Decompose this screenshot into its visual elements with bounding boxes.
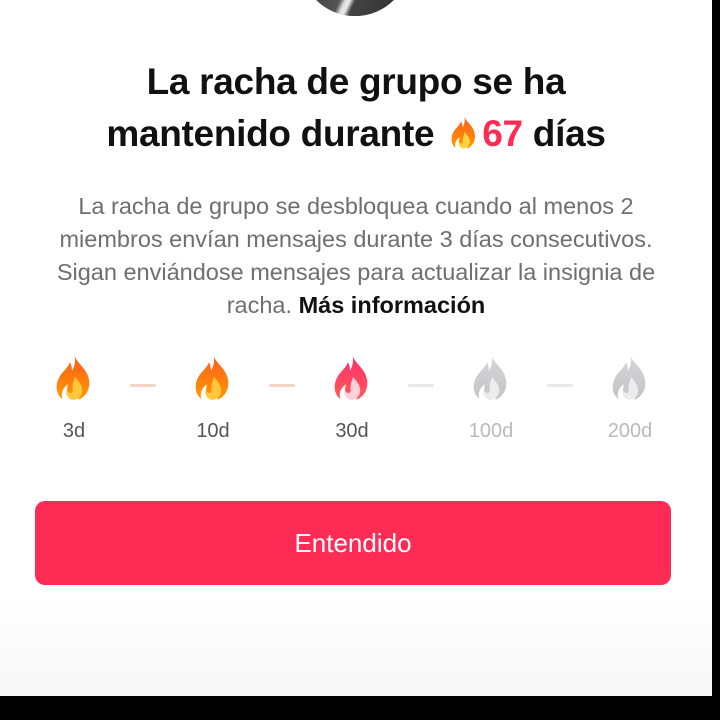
milestone-connector: [408, 384, 434, 387]
streak-dialog: La racha de grupo se ha mantenido durant…: [0, 0, 712, 696]
flame-gray-icon: [609, 352, 651, 402]
dialog-description: La racha de grupo se desbloquea cuando a…: [40, 190, 672, 322]
milestone-label: 100d: [468, 420, 514, 442]
milestone-label: 3d: [62, 420, 86, 442]
milestone-track: 3d 10d 30d 100d 200d: [0, 352, 712, 452]
flame-orange-icon: [192, 352, 234, 402]
milestone-label: 200d: [607, 420, 653, 442]
dialog-title: La racha de grupo se ha mantenido durant…: [0, 56, 712, 160]
sheet-bottom-fade: [0, 600, 712, 696]
milestone-label: 30d: [335, 420, 369, 442]
screen-edge-bottom: [0, 696, 720, 720]
milestone-connector: [547, 384, 573, 387]
group-avatar: [300, 0, 410, 16]
milestone-10d: 10d: [173, 352, 253, 443]
milestone-100d: 100d: [451, 352, 531, 443]
screen-edge-right: [712, 0, 720, 720]
milestone-connector: [269, 384, 295, 387]
milestone-200d: 200d: [590, 352, 670, 443]
milestone-3d: 3d: [34, 352, 114, 443]
title-line-2: mantenido durante: [106, 113, 435, 154]
milestone-label: 10d: [196, 420, 230, 442]
milestone-30d: 30d: [312, 352, 392, 443]
milestone-connector: [130, 384, 156, 387]
flame-icon: [448, 114, 480, 150]
more-info-link[interactable]: Más información: [299, 292, 486, 318]
flame-gray-icon: [470, 352, 512, 402]
flame-pink-icon: [331, 352, 373, 402]
streak-count: 67: [482, 113, 523, 154]
title-line-1: La racha de grupo se ha: [146, 61, 566, 102]
flame-orange-icon: [53, 352, 95, 402]
confirm-button[interactable]: Entendido: [35, 501, 671, 585]
title-days: días: [532, 113, 606, 154]
